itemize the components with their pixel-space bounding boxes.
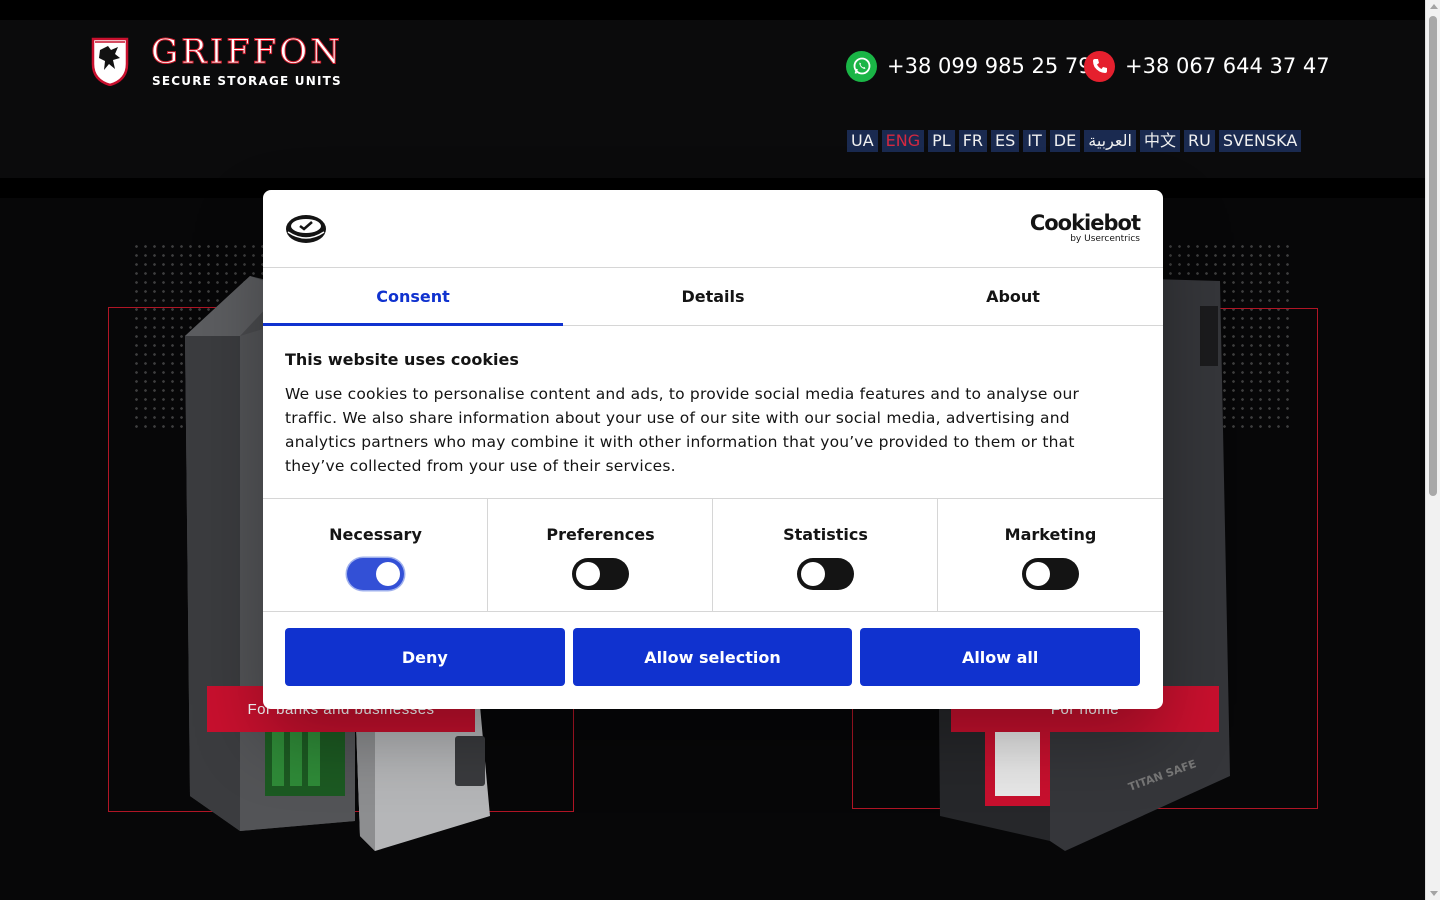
allow-selection-button[interactable]: Allow selection — [572, 628, 853, 686]
lang-ua[interactable]: UA — [847, 130, 878, 152]
lang-sv[interactable]: SVENSKA — [1218, 130, 1302, 152]
consent-body: This website uses cookies We use cookies… — [285, 350, 1125, 478]
phone-icon — [1084, 50, 1115, 82]
dialog-header: Cookiebot by Usercentrics — [263, 190, 1163, 268]
scroll-thumb[interactable] — [1429, 16, 1437, 496]
phone-link-whatsapp[interactable]: +38 099 985 25 79 — [846, 50, 1092, 82]
scroll-up-arrow-icon[interactable] — [1430, 4, 1438, 9]
lang-ru[interactable]: RU — [1183, 130, 1215, 152]
toggle-group-marketing: Marketing — [938, 499, 1163, 612]
lang-fr[interactable]: FR — [958, 130, 988, 152]
whatsapp-icon — [846, 50, 877, 82]
phone-number-2: +38 067 644 37 47 — [1125, 54, 1330, 78]
toggle-group-preferences: Preferences — [488, 499, 713, 612]
tab-consent[interactable]: Consent — [263, 268, 563, 326]
cookie-consent-dialog: Cookiebot by Usercentrics Consent Detail… — [263, 190, 1163, 709]
logo-title: GRIFFON — [151, 32, 343, 73]
toggle-label-necessary: Necessary — [329, 525, 422, 544]
toggle-label-preferences: Preferences — [546, 525, 655, 544]
toggle-label-marketing: Marketing — [1004, 525, 1097, 544]
dialog-tabs: Consent Details About — [263, 268, 1163, 326]
lang-pl[interactable]: PL — [928, 130, 955, 152]
logo-subtitle: SECURE STORAGE UNITS — [152, 74, 342, 88]
language-switcher: UA ENG PL FR ES IT DE العربية 中文 RU SVEN… — [847, 130, 1302, 152]
consent-text: We use cookies to personalise content an… — [285, 385, 1080, 475]
statistics-toggle[interactable] — [797, 558, 854, 590]
consent-heading: This website uses cookies — [285, 350, 519, 369]
griffon-shield-icon — [91, 37, 129, 86]
deny-button[interactable]: Deny — [285, 628, 565, 686]
consent-buttons: Deny Allow selection Allow all — [285, 628, 1141, 686]
lang-es[interactable]: ES — [991, 130, 1020, 152]
toggle-group-necessary: Necessary — [263, 499, 488, 612]
phone-number-1: +38 099 985 25 79 — [887, 54, 1092, 78]
lang-ar[interactable]: العربية — [1084, 130, 1136, 152]
toggle-label-statistics: Statistics — [783, 525, 868, 544]
marketing-toggle[interactable] — [1022, 558, 1079, 590]
griffon-logo[interactable]: GRIFFON SECURE STORAGE UNITS — [91, 32, 346, 90]
tab-about[interactable]: About — [863, 268, 1163, 325]
tab-details[interactable]: Details — [563, 268, 863, 325]
allow-all-button[interactable]: Allow all — [860, 628, 1141, 686]
lang-de[interactable]: DE — [1049, 130, 1081, 152]
site-header: GRIFFON SECURE STORAGE UNITS +38 099 985… — [0, 20, 1425, 178]
scroll-down-arrow-icon[interactable] — [1430, 891, 1438, 896]
top-strip — [0, 0, 1425, 20]
cookiebot-logo-subtext: by Usercentrics — [1070, 234, 1140, 244]
lang-it[interactable]: IT — [1023, 130, 1046, 152]
lang-eng[interactable]: ENG — [881, 130, 925, 152]
cookie-logo-icon — [286, 215, 326, 243]
lang-zh[interactable]: 中文 — [1139, 130, 1180, 152]
page-scrollbar[interactable] — [1425, 0, 1440, 900]
page: GRIFFON SECURE STORAGE UNITS +38 099 985… — [0, 0, 1440, 900]
phone-link-call[interactable]: +38 067 644 37 47 — [1084, 50, 1330, 82]
cookiebot-logo-text: Cookiebot — [1029, 211, 1141, 235]
preferences-toggle[interactable] — [572, 558, 629, 590]
cookie-category-toggles: Necessary Preferences Statistics Marketi… — [263, 498, 1163, 612]
necessary-toggle — [347, 558, 404, 590]
toggle-group-statistics: Statistics — [713, 499, 938, 612]
cookiebot-brand[interactable]: Cookiebot by Usercentrics — [1029, 211, 1141, 244]
